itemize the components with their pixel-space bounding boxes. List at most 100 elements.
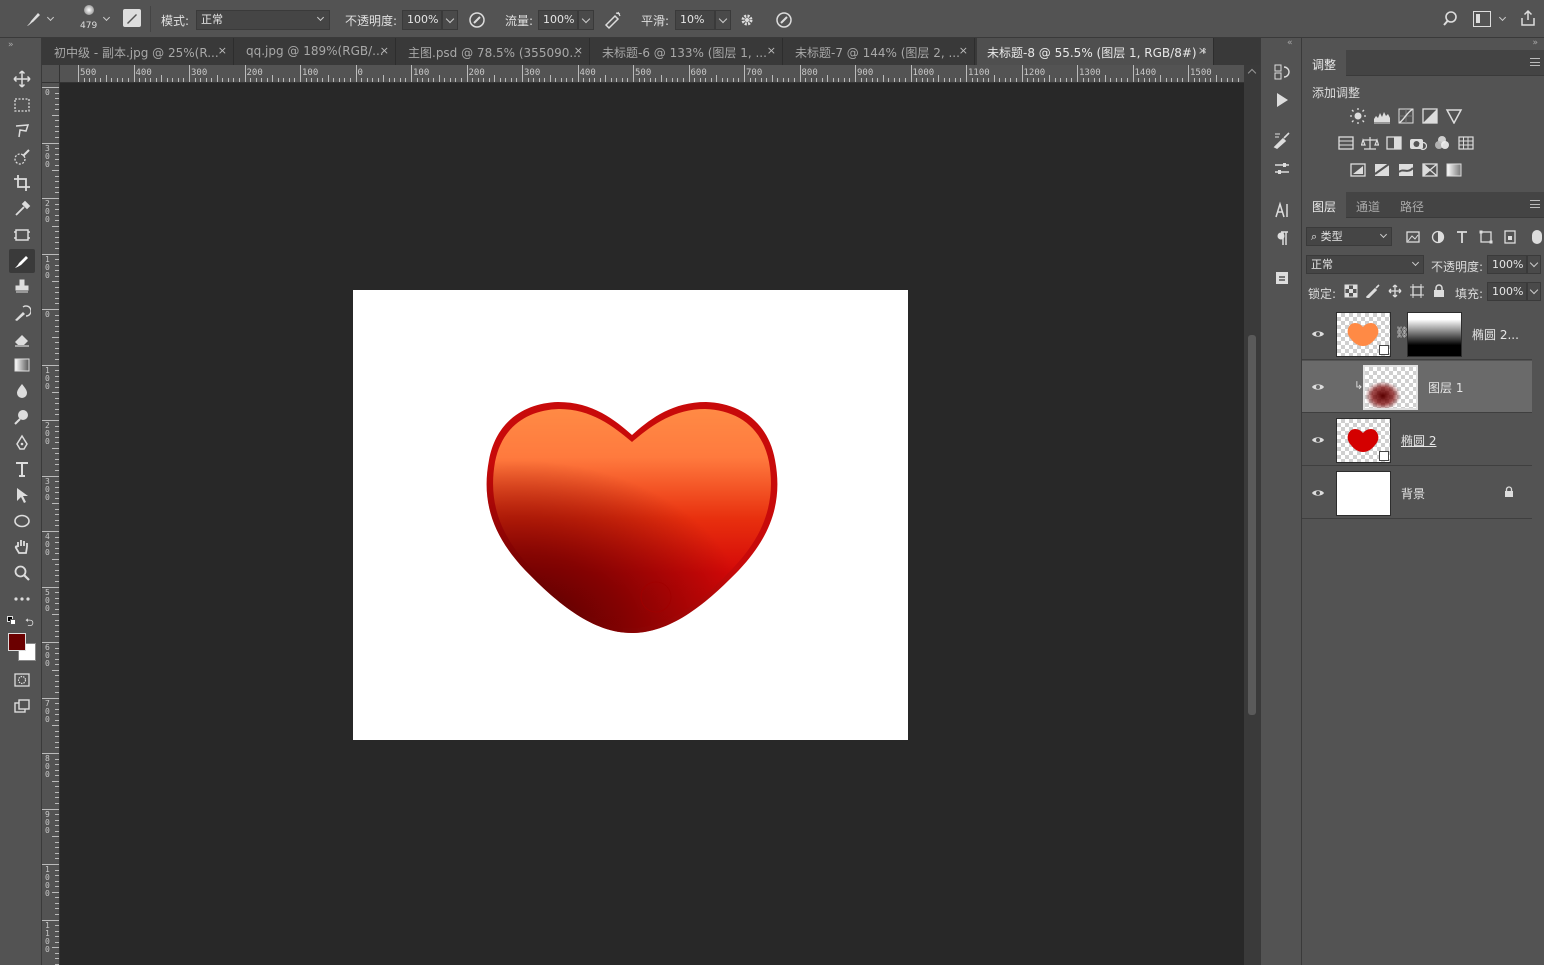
- foreground-color-swatch[interactable]: [8, 633, 26, 651]
- workspace-icon[interactable]: [1473, 11, 1491, 27]
- blend-mode-select[interactable]: 正常: [1306, 255, 1424, 274]
- layer-opacity-input[interactable]: 100%: [1487, 255, 1527, 274]
- lock-artboard-icon[interactable]: [1410, 284, 1424, 300]
- channel-mixer-icon[interactable]: [1433, 135, 1451, 151]
- eraser-tool-icon[interactable]: [9, 327, 35, 351]
- swap-colors-icon[interactable]: ⮌: [25, 614, 34, 633]
- chevron-down-icon[interactable]: [102, 13, 111, 22]
- color-balance-icon[interactable]: [1361, 135, 1379, 151]
- blur-tool-icon[interactable]: [9, 379, 35, 403]
- default-colors-icon[interactable]: [7, 616, 17, 626]
- tab-document-4[interactable]: 未标题-6 @ 133% (图层 1, ... ×: [592, 38, 783, 65]
- brush-tool-preset-icon[interactable]: [22, 8, 44, 30]
- airbrush-icon[interactable]: [603, 10, 623, 30]
- stamp-tool-icon[interactable]: [9, 275, 35, 299]
- filter-toggle[interactable]: [1532, 230, 1542, 244]
- lasso-tool-icon[interactable]: [9, 119, 35, 143]
- close-icon[interactable]: ×: [959, 44, 968, 57]
- filter-type-icon[interactable]: [1454, 229, 1470, 245]
- black-white-icon[interactable]: [1385, 135, 1403, 151]
- filter-pixel-icon[interactable]: [1405, 229, 1421, 245]
- scroll-up-icon[interactable]: [1247, 68, 1257, 78]
- hand-tool-icon[interactable]: [9, 535, 35, 559]
- share-icon[interactable]: [1519, 9, 1537, 27]
- opacity-input[interactable]: 100%: [402, 10, 442, 30]
- document-canvas[interactable]: [353, 290, 908, 740]
- more-tools-icon[interactable]: [9, 587, 35, 611]
- smoothing-input[interactable]: 10%: [675, 10, 715, 30]
- ellipse-tool-icon[interactable]: [9, 509, 35, 533]
- layer-row-selected[interactable]: ↳ 图层 1: [1302, 361, 1532, 413]
- brush-panel-toggle-icon[interactable]: [123, 9, 141, 27]
- close-icon[interactable]: ×: [218, 44, 227, 57]
- filter-shape-icon[interactable]: [1478, 229, 1494, 245]
- close-icon[interactable]: ×: [380, 44, 389, 57]
- levels-icon[interactable]: [1373, 108, 1391, 124]
- close-icon[interactable]: ×: [574, 44, 583, 57]
- lock-position-icon[interactable]: [1388, 284, 1402, 300]
- tab-document-active[interactable]: 未标题-8 @ 55.5% (图层 1, RGB/8#) * ×: [977, 38, 1214, 65]
- layer-opacity-dropdown[interactable]: [1527, 255, 1541, 274]
- exposure-icon[interactable]: [1421, 108, 1439, 124]
- tab-document-5[interactable]: 未标题-7 @ 144% (图层 2, ... ×: [785, 38, 975, 65]
- threshold-icon[interactable]: [1397, 162, 1415, 178]
- character-panel-icon[interactable]: [1271, 199, 1293, 221]
- filter-adjustment-icon[interactable]: [1430, 229, 1446, 245]
- lock-all-icon[interactable]: [1432, 284, 1446, 300]
- layer-thumbnail[interactable]: [1336, 471, 1391, 516]
- brush-size-preview[interactable]: 479: [78, 3, 100, 35]
- tab-channels[interactable]: 通道: [1346, 192, 1390, 218]
- layer-name[interactable]: 椭圆 2...: [1472, 326, 1519, 343]
- layer-row[interactable]: 背景: [1302, 467, 1532, 519]
- zoom-tool-icon[interactable]: [9, 561, 35, 585]
- play-actions-icon[interactable]: [1271, 89, 1293, 111]
- vertical-ruler[interactable]: 0 300 200 100 0 100 200 300 400 500 600 700 800 900 10…: [42, 83, 60, 965]
- history-panel-icon[interactable]: [1271, 61, 1293, 83]
- panel-menu-icon[interactable]: [1530, 200, 1540, 208]
- eye-icon[interactable]: [1311, 486, 1325, 500]
- chevron-down-icon[interactable]: [1498, 13, 1507, 22]
- chevron-down-icon[interactable]: [46, 13, 55, 22]
- tab-paths[interactable]: 路径: [1390, 192, 1434, 218]
- photo-filter-icon[interactable]: [1409, 135, 1427, 151]
- collapse-icon[interactable]: «: [1287, 38, 1293, 48]
- layer-name[interactable]: 图层 1: [1428, 379, 1463, 396]
- smoothing-dropdown[interactable]: [715, 10, 731, 30]
- tab-document-3[interactable]: 主图.psd @ 78.5% (355090... ×: [398, 38, 590, 65]
- collapse-panel-icon[interactable]: »: [8, 40, 14, 50]
- brightness-contrast-icon[interactable]: [1349, 108, 1367, 124]
- frame-tool-icon[interactable]: [9, 223, 35, 247]
- fill-dropdown[interactable]: [1527, 282, 1541, 301]
- invert-icon[interactable]: [1349, 162, 1367, 178]
- layer-thumbnail[interactable]: [1336, 418, 1391, 463]
- tab-document-1[interactable]: 初中级 - 副本.jpg @ 25%(R... ×: [44, 38, 234, 65]
- move-tool-icon[interactable]: [9, 67, 35, 91]
- vibrance-icon[interactable]: [1445, 108, 1463, 124]
- close-icon[interactable]: ×: [767, 44, 776, 57]
- 3d-panel-icon[interactable]: [1271, 267, 1293, 289]
- tab-layers[interactable]: 图层: [1302, 192, 1347, 218]
- layer-filter-select[interactable]: ⌕ 类型: [1306, 227, 1392, 246]
- layer-thumbnail[interactable]: [1363, 365, 1418, 410]
- brush-settings-icon[interactable]: [1271, 129, 1293, 151]
- layer-mask-thumbnail[interactable]: [1407, 312, 1462, 357]
- panel-menu-icon[interactable]: [1530, 58, 1540, 66]
- lock-pixels-icon[interactable]: [1366, 284, 1380, 300]
- gradient-map-icon[interactable]: [1445, 162, 1463, 178]
- pressure-opacity-icon[interactable]: [467, 10, 487, 30]
- flow-input[interactable]: 100%: [538, 10, 578, 30]
- path-selection-tool-icon[interactable]: [9, 483, 35, 507]
- lock-icon[interactable]: [1503, 486, 1515, 498]
- canvas-area[interactable]: [60, 83, 1244, 965]
- eyedropper-tool-icon[interactable]: [9, 197, 35, 221]
- eye-icon[interactable]: [1311, 433, 1325, 447]
- tab-document-2[interactable]: qq.jpg @ 189%(RGB/... ×: [236, 38, 396, 65]
- search-icon[interactable]: [1443, 10, 1461, 28]
- expand-icon[interactable]: »: [1532, 38, 1538, 48]
- color-lookup-icon[interactable]: [1457, 135, 1475, 151]
- opacity-dropdown[interactable]: [442, 10, 458, 30]
- close-icon[interactable]: ×: [1198, 44, 1207, 57]
- layer-thumbnail[interactable]: [1336, 312, 1391, 357]
- selective-color-icon[interactable]: [1421, 162, 1439, 178]
- eye-icon[interactable]: [1311, 327, 1325, 341]
